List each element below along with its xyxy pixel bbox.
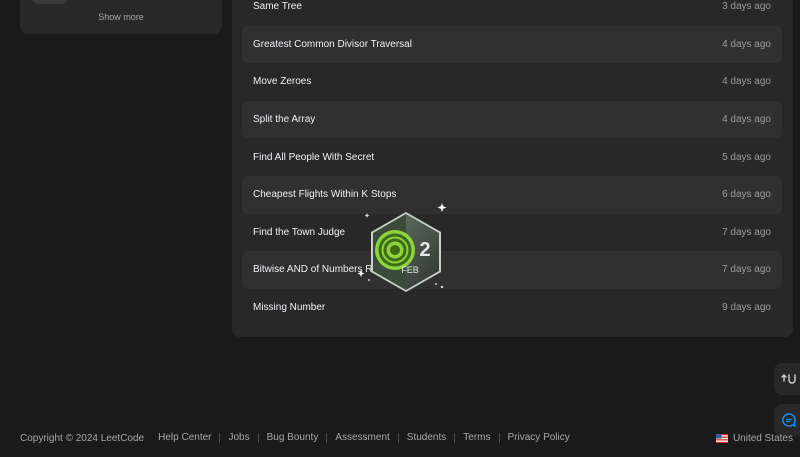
badge-month: FEB [401, 265, 419, 275]
submission-time: 5 days ago [722, 151, 771, 163]
problem-title: Cheapest Flights Within K Stops [253, 189, 397, 201]
submission-time: 6 days ago [722, 189, 771, 201]
badge-day: 2 [419, 239, 430, 261]
footer-link-help-center[interactable]: Help Center [150, 433, 219, 443]
problem-title: Move Zeroes [253, 76, 312, 88]
switch-layout-icon [781, 374, 796, 384]
region-label: United States [732, 432, 793, 444]
feedback-chat-icon [782, 413, 797, 428]
submission-time: 7 days ago [722, 226, 771, 238]
problem-title: Split the Array [253, 114, 316, 126]
list-item[interactable]: Greatest Common Divisor Traversal 4 days… [242, 25, 782, 64]
region-selector[interactable]: United States [715, 432, 793, 444]
list-item[interactable]: Cheapest Flights Within K Stops 6 days a… [242, 175, 782, 214]
list-item[interactable]: Missing Number 9 days ago [242, 289, 782, 327]
footer-link-privacy-policy[interactable]: Privacy Policy [498, 433, 578, 443]
sparkle-icon [437, 203, 447, 212]
sidebar-card: Show more [20, 0, 222, 34]
list-item[interactable]: Find the Town Judge 7 days ago [242, 214, 782, 252]
problem-title: Find All People With Secret [253, 151, 375, 163]
daily-badge-icon[interactable]: 2 FEB [355, 200, 450, 295]
submission-time: 4 days ago [722, 76, 771, 88]
show-more-button[interactable]: Show more [20, 12, 222, 22]
footer-link-jobs[interactable]: Jobs [219, 433, 257, 443]
sparkle-icon [364, 213, 370, 218]
list-item[interactable]: Split the Array 4 days ago [242, 100, 782, 139]
problem-title: Greatest Common Divisor Traversal [253, 38, 412, 50]
submission-time: 3 days ago [722, 1, 771, 13]
copyright-text: Copyright © 2024 LeetCode [20, 432, 145, 444]
footer-link-assessment[interactable]: Assessment [326, 433, 397, 443]
sparkle-icon [357, 270, 365, 277]
submission-time: 4 days ago [722, 114, 771, 126]
list-item[interactable]: Move Zeroes 4 days ago [242, 63, 782, 101]
list-item[interactable]: Bitwise AND of Numbers Range 7 days ago [242, 251, 782, 289]
footer-link-bug-bounty[interactable]: Bug Bounty [257, 433, 327, 443]
submission-time: 4 days ago [722, 38, 771, 50]
list-item[interactable]: Same Tree 3 days ago [242, 0, 782, 26]
footer-link-terms[interactable]: Terms [454, 433, 498, 443]
problem-title: Same Tree [253, 1, 302, 13]
footer: Copyright © 2024 LeetCode Help Center Jo… [0, 429, 800, 447]
list-item[interactable]: Find All People With Secret 5 days ago [242, 138, 782, 176]
problem-title: Missing Number [253, 302, 326, 314]
submission-time: 9 days ago [722, 302, 771, 314]
footer-link-students[interactable]: Students [397, 433, 454, 443]
sidebar-item-partial [30, 0, 70, 4]
recent-submissions-list: Same Tree 3 days ago Greatest Common Div… [242, 0, 782, 326]
us-flag-icon [715, 433, 728, 443]
switch-layout-button[interactable] [774, 363, 800, 395]
problem-title: Find the Town Judge [253, 226, 346, 238]
submission-time: 7 days ago [722, 264, 771, 276]
